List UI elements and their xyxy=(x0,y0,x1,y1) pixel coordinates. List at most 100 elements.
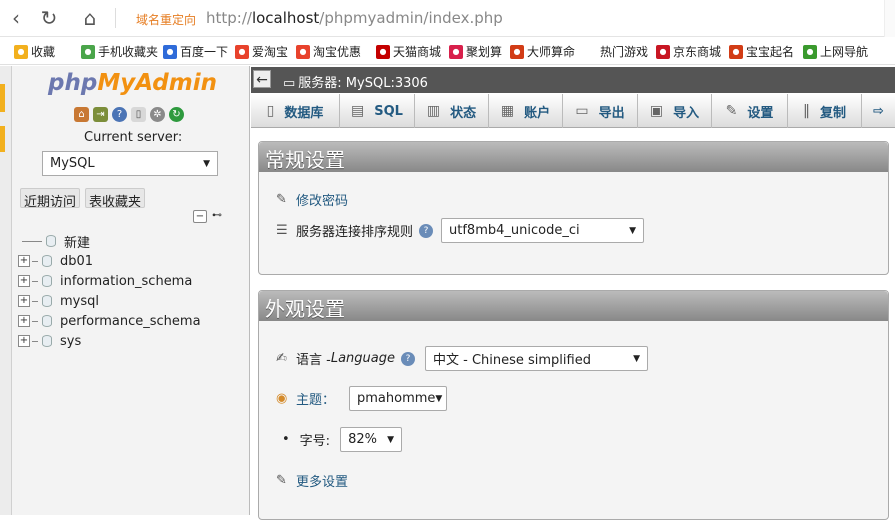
collation-icon: ☰ xyxy=(276,223,288,238)
tree-item-database[interactable]: + db01 xyxy=(18,251,201,271)
tab-label: 设置 xyxy=(747,105,774,121)
tab-label: 数据库 xyxy=(284,105,324,121)
tab-status[interactable]: ▥ 状态 xyxy=(415,94,489,128)
theme-select[interactable]: pmahomme ▼ xyxy=(349,386,448,411)
bookmark-item[interactable]: ● 淘宝优惠 xyxy=(296,43,361,60)
chevron-down-icon: ▼ xyxy=(387,434,395,445)
accounts-icon: ▦ xyxy=(500,103,515,119)
tab-accounts[interactable]: ▦ 账户 xyxy=(489,94,563,128)
link-with-main-icon[interactable]: ⊷ xyxy=(210,210,224,223)
tree-item-label[interactable]: 新建 xyxy=(64,232,90,251)
nav-quick-icons: ⌂ ⇥ ? ▯ ✲ ↻ xyxy=(74,107,184,122)
tab-settings-wrench[interactable]: ✎ 设置 xyxy=(712,94,788,128)
home-icon[interactable]: ⌂ xyxy=(74,107,89,122)
tab-export[interactable]: ▭ 导出 xyxy=(563,94,638,128)
tree-item-database[interactable]: + performance_schema xyxy=(18,311,201,331)
theme-select-value: pmahomme xyxy=(357,391,436,406)
reload-nav-icon[interactable]: ↻ xyxy=(169,107,184,122)
logo-part-php: php xyxy=(48,70,98,96)
tab-import[interactable]: ▣ 导入 xyxy=(638,94,712,128)
back-icon[interactable]: ‹ xyxy=(4,6,28,30)
bookmarks-bar: ● 收藏 ● 手机收藏夹 ● 百度一下 ● 爱淘宝 ● 淘宝优惠 ● 天猫商城 ● 聚划算 ● 大师算命 热门游… xyxy=(0,38,895,65)
tree-item-database[interactable]: + sys xyxy=(18,331,201,351)
recent-tables-tab[interactable]: 近期访问 xyxy=(20,188,81,210)
server-breadcrumb-bar: ← ▭ 服务器: MySQL:3306 xyxy=(251,67,895,93)
page-side-strip xyxy=(0,66,12,515)
collapse-nav-icon[interactable]: ← xyxy=(253,70,271,88)
tab-replication[interactable]: ‖ 复制 xyxy=(788,94,862,128)
expand-icon[interactable]: + xyxy=(18,295,30,307)
bookmark-item[interactable]: ● 聚划算 xyxy=(449,43,502,60)
chevron-down-icon: ▼ xyxy=(633,353,640,364)
change-password-row[interactable]: ✎ 修改密码 xyxy=(276,190,348,209)
bookmark-item[interactable]: ● 百度一下 xyxy=(163,43,228,60)
bookmark-item[interactable]: ● 京东商城 xyxy=(656,43,721,60)
address-bar[interactable]: http://localhost/phpmyadmin/index.php xyxy=(206,9,503,27)
theme-label[interactable]: 主题： xyxy=(296,389,335,408)
bookmark-item[interactable]: ● 上网导航 xyxy=(803,43,868,60)
tree-connector xyxy=(32,340,38,342)
expand-icon[interactable]: + xyxy=(18,335,30,347)
tmall-icon: ● xyxy=(376,44,390,59)
server-select[interactable]: MySQL ▼ xyxy=(42,151,218,176)
url-redirect-tag[interactable]: 域名重定向 xyxy=(136,11,196,28)
bookmark-item[interactable]: 热门游戏 xyxy=(600,43,648,60)
server-breadcrumb[interactable]: ▭ 服务器: MySQL:3306 xyxy=(283,72,428,91)
bookmark-item[interactable]: ● 收藏 xyxy=(14,43,55,60)
tree-item-label[interactable]: db01 xyxy=(60,254,93,269)
expand-icon[interactable]: + xyxy=(18,315,30,327)
collation-select[interactable]: utf8mb4_unicode_ci ▼ xyxy=(441,218,645,243)
help-icon[interactable]: ? xyxy=(419,223,434,238)
expand-icon[interactable]: + xyxy=(18,275,30,287)
phpmyadmin-logo[interactable]: phpMyAdmin xyxy=(48,70,217,96)
language-select[interactable]: 中文 - Chinese simplified ▼ xyxy=(424,346,648,371)
reload-icon[interactable]: ↻ xyxy=(37,6,61,30)
bookmark-label: 上网导航 xyxy=(820,45,869,59)
collapse-all-icon[interactable]: − xyxy=(193,210,207,223)
change-password-link[interactable]: 修改密码 xyxy=(296,190,348,209)
collation-label: 服务器连接排序规则 xyxy=(296,225,414,240)
bookmark-item[interactable]: ● 大师算命 xyxy=(510,43,575,60)
tree-item-new[interactable]: 新建 xyxy=(18,231,201,251)
more-settings-link[interactable]: 更多设置 xyxy=(296,471,348,490)
password-icon: ✎ xyxy=(276,192,287,207)
settings-gear-icon[interactable]: ✲ xyxy=(150,107,165,122)
hao-icon: ● xyxy=(803,44,817,59)
more-settings-row[interactable]: ✎ 更多设置 xyxy=(276,471,348,490)
tree-item-label[interactable]: mysql xyxy=(60,294,99,309)
expand-icon[interactable]: + xyxy=(18,255,30,267)
tree-item-label[interactable]: sys xyxy=(60,334,81,349)
import-icon: ▣ xyxy=(649,103,664,119)
tree-item-label[interactable]: information_schema xyxy=(60,274,192,289)
font-size-row: • 字号: 82% ▼ xyxy=(282,427,403,452)
current-server-label: Current server: xyxy=(84,130,183,145)
bookmark-item[interactable]: ● 爱淘宝 xyxy=(235,43,288,60)
tree-controls: − ⊷ xyxy=(193,210,224,223)
language-row: ✍ 语言 - Language ? 中文 - Chinese simplifie… xyxy=(276,346,648,371)
tree-item-label[interactable]: performance_schema xyxy=(60,314,201,329)
database-icon xyxy=(42,315,52,327)
tree-item-database[interactable]: + mysql xyxy=(18,291,201,311)
docs-icon[interactable]: ▯ xyxy=(131,107,146,122)
bookmark-item[interactable]: ● 宝宝起名 xyxy=(729,43,794,60)
bookmark-label: 大师算命 xyxy=(527,45,576,59)
tab-database[interactable]: ▯ 数据库 xyxy=(251,94,340,128)
strip-marker xyxy=(0,126,5,152)
wrench-icon: ✎ xyxy=(276,473,287,488)
database-icon xyxy=(42,295,52,307)
tree-item-database[interactable]: + information_schema xyxy=(18,271,201,291)
bookmark-label: 爱淘宝 xyxy=(252,45,289,59)
database-icon xyxy=(42,255,52,267)
bookmark-item[interactable]: ● 手机收藏夹 xyxy=(81,43,158,60)
help-icon[interactable]: ? xyxy=(112,107,127,122)
logout-icon[interactable]: ⇥ xyxy=(93,107,108,122)
font-size-select[interactable]: 82% ▼ xyxy=(340,427,403,452)
general-settings-legend: 常规设置 xyxy=(259,142,888,172)
favorite-tables-tab[interactable]: 表收藏夹 xyxy=(85,188,146,210)
tab-sql[interactable]: ▤ SQL xyxy=(340,94,415,128)
home-icon[interactable]: ⌂ xyxy=(78,6,102,30)
help-icon[interactable]: ? xyxy=(400,351,415,366)
tab-label: 复制 xyxy=(819,105,846,121)
more-tabs-icon[interactable]: ⇨ xyxy=(862,94,895,128)
bookmark-item[interactable]: ● 天猫商城 xyxy=(376,43,441,60)
